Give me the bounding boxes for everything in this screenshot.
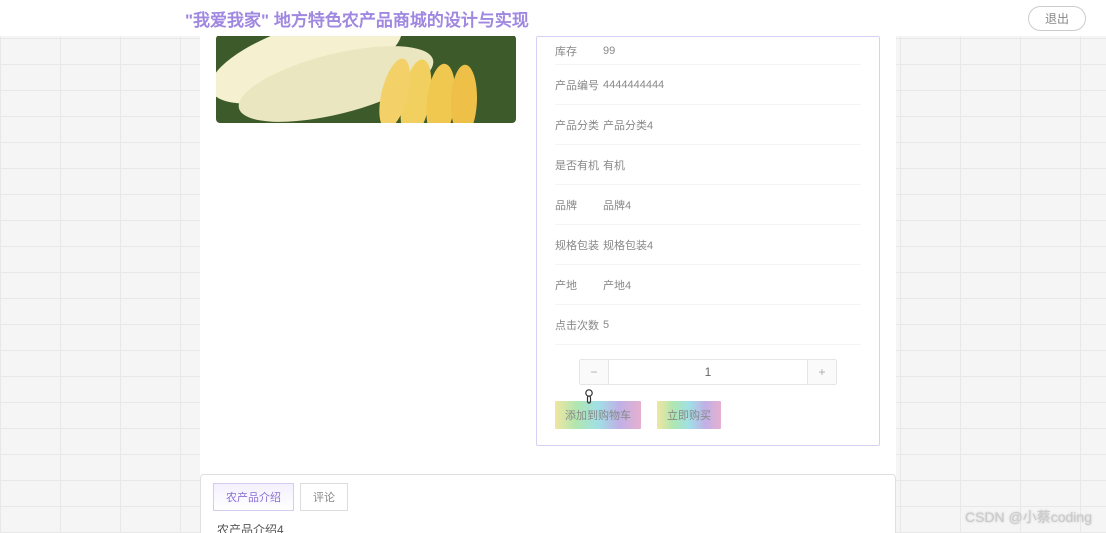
product-image: 世 大 业 产 bbox=[216, 36, 516, 123]
field-value: 4444444444 bbox=[603, 79, 664, 91]
field-package: 规格包装 规格包装4 bbox=[555, 225, 861, 265]
field-product-id: 产品编号 4444444444 bbox=[555, 65, 861, 105]
logout-button[interactable]: 退出 bbox=[1028, 6, 1086, 31]
product-details-panel: 库存 99 产品编号 4444444444 产品分类 产品分类4 是否有机 有机… bbox=[536, 36, 880, 446]
field-label: 库存 bbox=[555, 43, 603, 59]
tab-content: 农产品介绍4 bbox=[213, 521, 883, 533]
field-value: 5 bbox=[603, 319, 609, 331]
header: "我爱我家" 地方特色农产品商城的设计与实现 退出 bbox=[0, 0, 1106, 36]
quantity-stepper: − + bbox=[579, 359, 837, 385]
field-label: 品牌 bbox=[555, 197, 603, 213]
content-area: 世 大 业 产 库存 99 产品编号 4444444444 产品分类 产品分类4… bbox=[200, 36, 896, 533]
tabs-header: 农产品介绍 评论 bbox=[213, 483, 883, 511]
field-label: 点击次数 bbox=[555, 317, 603, 333]
tabs-card: 农产品介绍 评论 农产品介绍4 bbox=[200, 474, 896, 533]
field-value: 有机 bbox=[603, 157, 625, 173]
field-brand: 品牌 品牌4 bbox=[555, 185, 861, 225]
add-to-cart-button[interactable]: 添加到购物车 bbox=[555, 401, 641, 429]
tab-intro[interactable]: 农产品介绍 bbox=[213, 483, 294, 511]
cursor-icon bbox=[582, 388, 596, 406]
field-value: 规格包装4 bbox=[603, 237, 653, 253]
field-origin: 产地 产地4 bbox=[555, 265, 861, 305]
watermark: CSDN @小蔡coding bbox=[965, 507, 1092, 527]
field-label: 产地 bbox=[555, 277, 603, 293]
field-category: 产品分类 产品分类4 bbox=[555, 105, 861, 145]
field-label: 产品分类 bbox=[555, 117, 603, 133]
quantity-row: − + bbox=[555, 345, 861, 385]
field-label: 规格包装 bbox=[555, 237, 603, 253]
field-clicks: 点击次数 5 bbox=[555, 305, 861, 345]
decrease-button[interactable]: − bbox=[580, 360, 608, 384]
field-value: 99 bbox=[603, 45, 615, 57]
field-value: 产地4 bbox=[603, 277, 631, 293]
buy-now-button[interactable]: 立即购买 bbox=[657, 401, 721, 429]
field-label: 是否有机 bbox=[555, 157, 603, 173]
product-card: 世 大 业 产 库存 99 产品编号 4444444444 产品分类 产品分类4… bbox=[200, 36, 896, 533]
field-value: 品牌4 bbox=[603, 197, 631, 213]
action-buttons: 添加到购物车 立即购买 bbox=[555, 385, 861, 429]
field-value: 产品分类4 bbox=[603, 117, 653, 133]
increase-button[interactable]: + bbox=[808, 360, 836, 384]
field-label: 产品编号 bbox=[555, 77, 603, 93]
quantity-input[interactable] bbox=[608, 360, 808, 384]
site-title: "我爱我家" 地方特色农产品商城的设计与实现 bbox=[185, 6, 529, 31]
field-organic: 是否有机 有机 bbox=[555, 145, 861, 185]
tab-comments[interactable]: 评论 bbox=[300, 483, 348, 511]
field-stock: 库存 99 bbox=[555, 37, 861, 65]
